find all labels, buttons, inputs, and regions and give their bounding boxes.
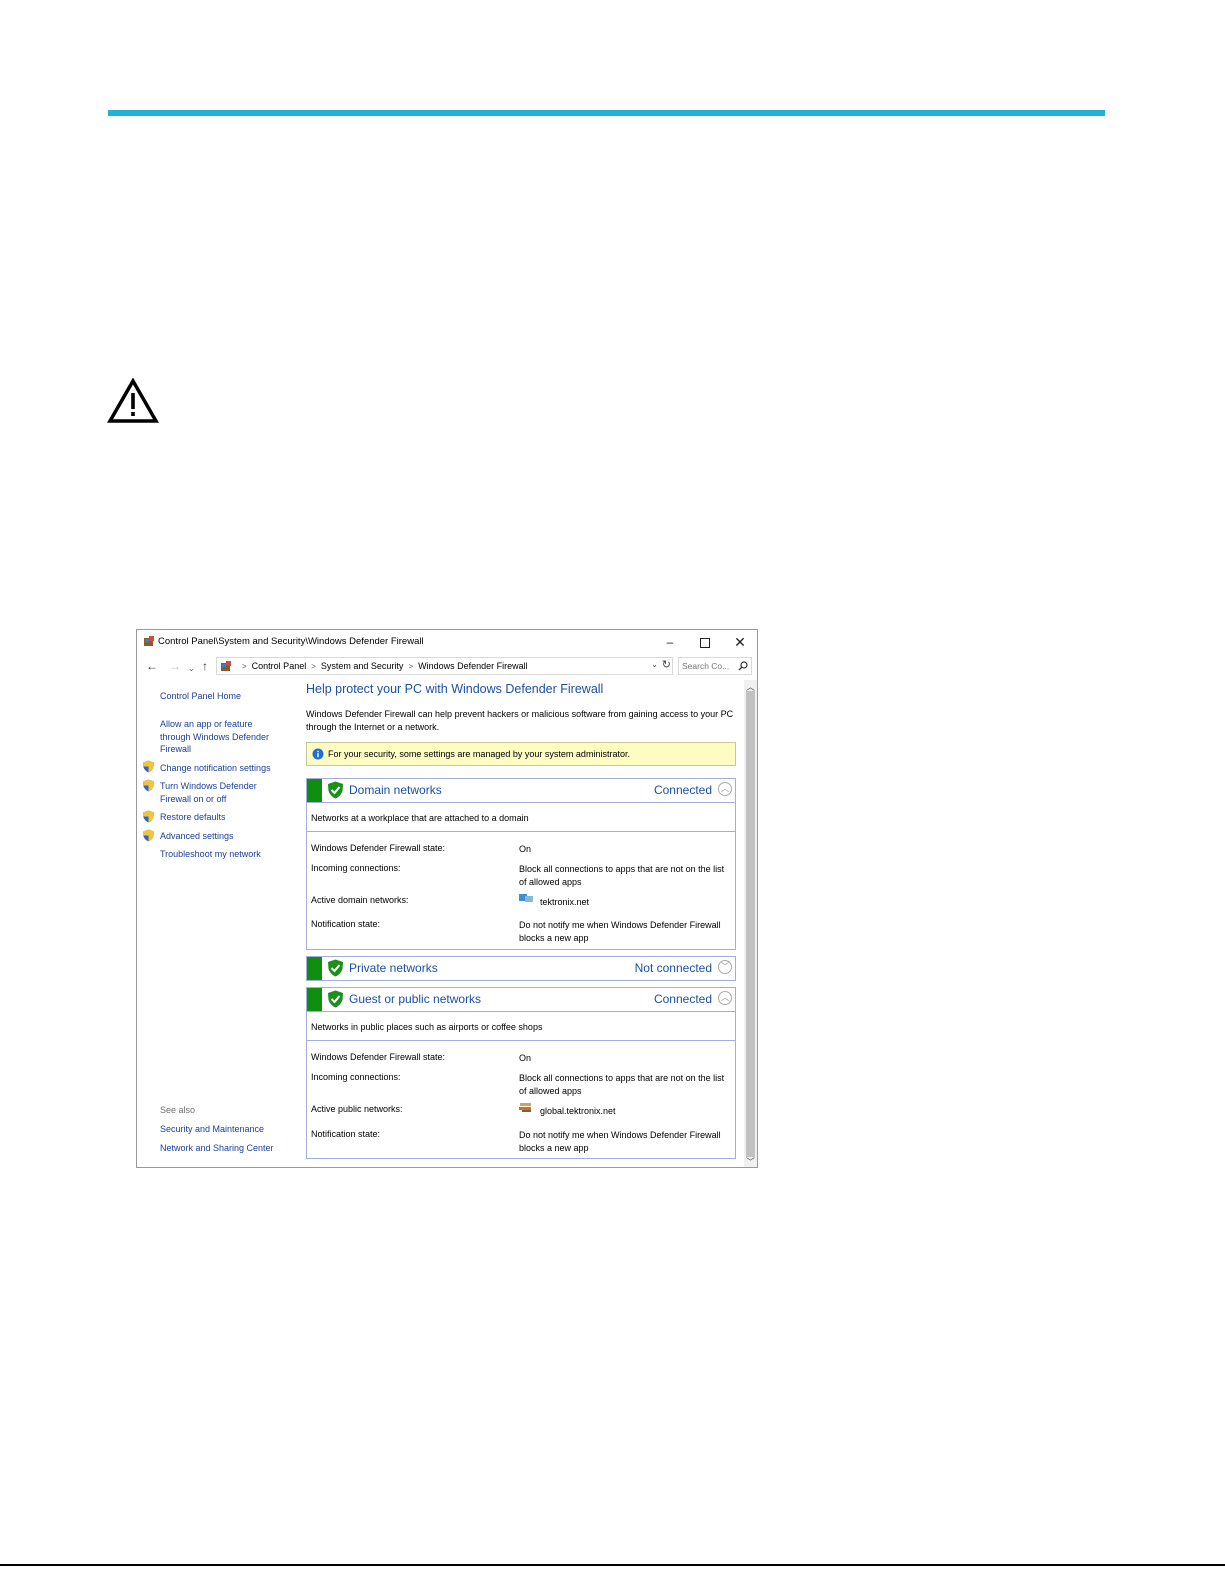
firewall-state-value: On [519, 844, 532, 854]
incoming-connections-label: Incoming connections: [311, 863, 401, 873]
chevron-up-icon[interactable]: ︿ [718, 991, 732, 1005]
forward-arrow-icon[interactable]: → [169, 659, 181, 673]
incoming-connections-label: Incoming connections: [311, 1072, 401, 1082]
close-button[interactable]: ✕ [723, 632, 757, 652]
incoming-connections-value: Block all connections to apps that are n… [519, 1073, 725, 1096]
up-arrow-icon[interactable]: ↑ [202, 659, 208, 673]
public-network-icon [519, 1103, 531, 1112]
search-input[interactable] [682, 660, 736, 672]
info-banner: For your security, some settings are man… [306, 742, 736, 766]
address-bar[interactable]: > Control Panel > System and Security > Windo… [216, 657, 673, 675]
active-networks-label: Active domain networks: [311, 895, 409, 905]
troubleshoot-network-link[interactable]: Troubleshoot my network [160, 848, 261, 861]
breadcrumb-firewall[interactable]: Windows Defender Firewall [418, 661, 528, 671]
domain-networks-panel: Domain networks Connected ︿ Networks at … [306, 778, 736, 950]
domain-network-icon [519, 894, 533, 902]
active-networks-label: Active public networks: [311, 1104, 403, 1114]
search-icon[interactable] [738, 661, 748, 671]
firewall-state-value: On [519, 1053, 532, 1063]
private-networks-header[interactable]: Private networks Not connected ﹀ [307, 957, 735, 980]
intro-text: Windows Defender Firewall can help preve… [306, 709, 734, 732]
network-sharing-center-link[interactable]: Network and Sharing Center [160, 1142, 274, 1155]
breadcrumb: > Control Panel > System and Security > Windo… [242, 661, 528, 671]
change-notification-link[interactable]: Change notification settings [160, 762, 271, 775]
control-panel-home-link[interactable]: Control Panel Home [160, 690, 241, 703]
domain-networks-description: Networks at a workplace that are attache… [311, 813, 529, 823]
title-bar: Control Panel\System and Security\Window… [137, 630, 757, 654]
active-networks-value: global.tektronix.net [540, 1106, 616, 1116]
public-networks-panel: Guest or public networks Connected ︿ Net… [306, 987, 736, 1159]
address-dropdown-icon[interactable]: ⌄ [651, 660, 658, 669]
domain-networks-header[interactable]: Domain networks Connected ︿ [307, 779, 735, 802]
minimize-button[interactable]: – [653, 632, 687, 652]
back-arrow-icon[interactable]: ← [146, 659, 158, 673]
info-text: For your security, some settings are man… [328, 749, 630, 759]
see-also-label: See also [160, 1105, 196, 1115]
notification-state-label: Notification state: [311, 1129, 381, 1139]
restore-defaults-link[interactable]: Restore defaults [160, 811, 226, 824]
incoming-connections-value: Block all connections to apps that are n… [519, 864, 725, 887]
firewall-state-label: Windows Defender Firewall state: [311, 1052, 446, 1062]
allow-app-link[interactable]: Allow an app or feature through Windows … [160, 718, 280, 756]
maximize-button[interactable] [688, 632, 722, 652]
recent-locations-icon[interactable]: ⌄ [188, 662, 195, 676]
notification-state-value: Do not notify me when Windows Defender F… [519, 1130, 721, 1153]
private-networks-status: Not connected [634, 961, 712, 975]
control-panel-icon [144, 636, 154, 646]
status-bar [307, 779, 322, 802]
notification-state-value: Do not notify me when Windows Defender F… [519, 920, 721, 943]
public-networks-title: Guest or public networks [349, 992, 482, 1006]
header-rule [108, 110, 1105, 116]
page-title: Help protect your PC with Windows Defend… [306, 682, 604, 696]
warning-triangle-icon [107, 378, 159, 423]
advanced-settings-link[interactable]: Advanced settings [160, 830, 234, 843]
firewall-window: Control Panel\System and Security\Window… [136, 629, 758, 1168]
turn-firewall-on-off-link[interactable]: Turn Windows Defender Firewall on or off [160, 780, 270, 805]
private-networks-panel: Private networks Not connected ﹀ [306, 956, 736, 981]
navigation-bar: ← → ⌄ ↑ > Control Panel > System and Securi… [137, 656, 757, 678]
uac-shield-icon [143, 810, 154, 823]
domain-networks-status: Connected [653, 783, 712, 797]
uac-shield-icon [143, 760, 154, 773]
breadcrumb-control-panel[interactable]: Control Panel [252, 661, 307, 671]
status-bar [307, 988, 322, 1011]
vertical-scrollbar[interactable]: ︿ ﹀ [744, 680, 757, 1167]
active-networks-value: tektronix.net [540, 897, 590, 907]
window-title: Control Panel\System and Security\Window… [158, 636, 424, 647]
public-networks-header[interactable]: Guest or public networks Connected ︿ [307, 988, 735, 1011]
security-maintenance-link[interactable]: Security and Maintenance [160, 1123, 264, 1136]
uac-shield-icon [143, 779, 154, 792]
footer-rule [0, 1564, 1225, 1566]
green-check-shield-icon [328, 781, 343, 799]
scrollbar-thumb[interactable] [746, 691, 755, 1157]
refresh-icon[interactable]: ↻ [662, 658, 671, 671]
domain-networks-title: Domain networks [349, 783, 442, 797]
notification-state-label: Notification state: [311, 919, 381, 929]
control-panel-icon [221, 661, 231, 671]
breadcrumb-system-security[interactable]: System and Security [321, 661, 404, 671]
public-networks-description: Networks in public places such as airpor… [311, 1022, 543, 1032]
public-networks-status: Connected [653, 992, 712, 1006]
info-icon [312, 748, 324, 760]
status-bar [307, 957, 322, 980]
scroll-down-icon[interactable]: ﹀ [746, 1155, 755, 1167]
private-networks-title: Private networks [349, 961, 438, 975]
firewall-state-label: Windows Defender Firewall state: [311, 843, 446, 853]
chevron-up-icon[interactable]: ︿ [718, 782, 732, 796]
search-box[interactable] [678, 657, 752, 675]
uac-shield-icon [143, 829, 154, 842]
green-check-shield-icon [328, 990, 343, 1008]
main-content: Help protect your PC with Windows Defend… [302, 680, 742, 1167]
chevron-down-icon[interactable]: ﹀ [718, 960, 732, 974]
left-pane: Control Panel Home Allow an app or featu… [137, 680, 302, 1167]
maximize-icon [700, 637, 710, 648]
green-check-shield-icon [328, 959, 343, 977]
